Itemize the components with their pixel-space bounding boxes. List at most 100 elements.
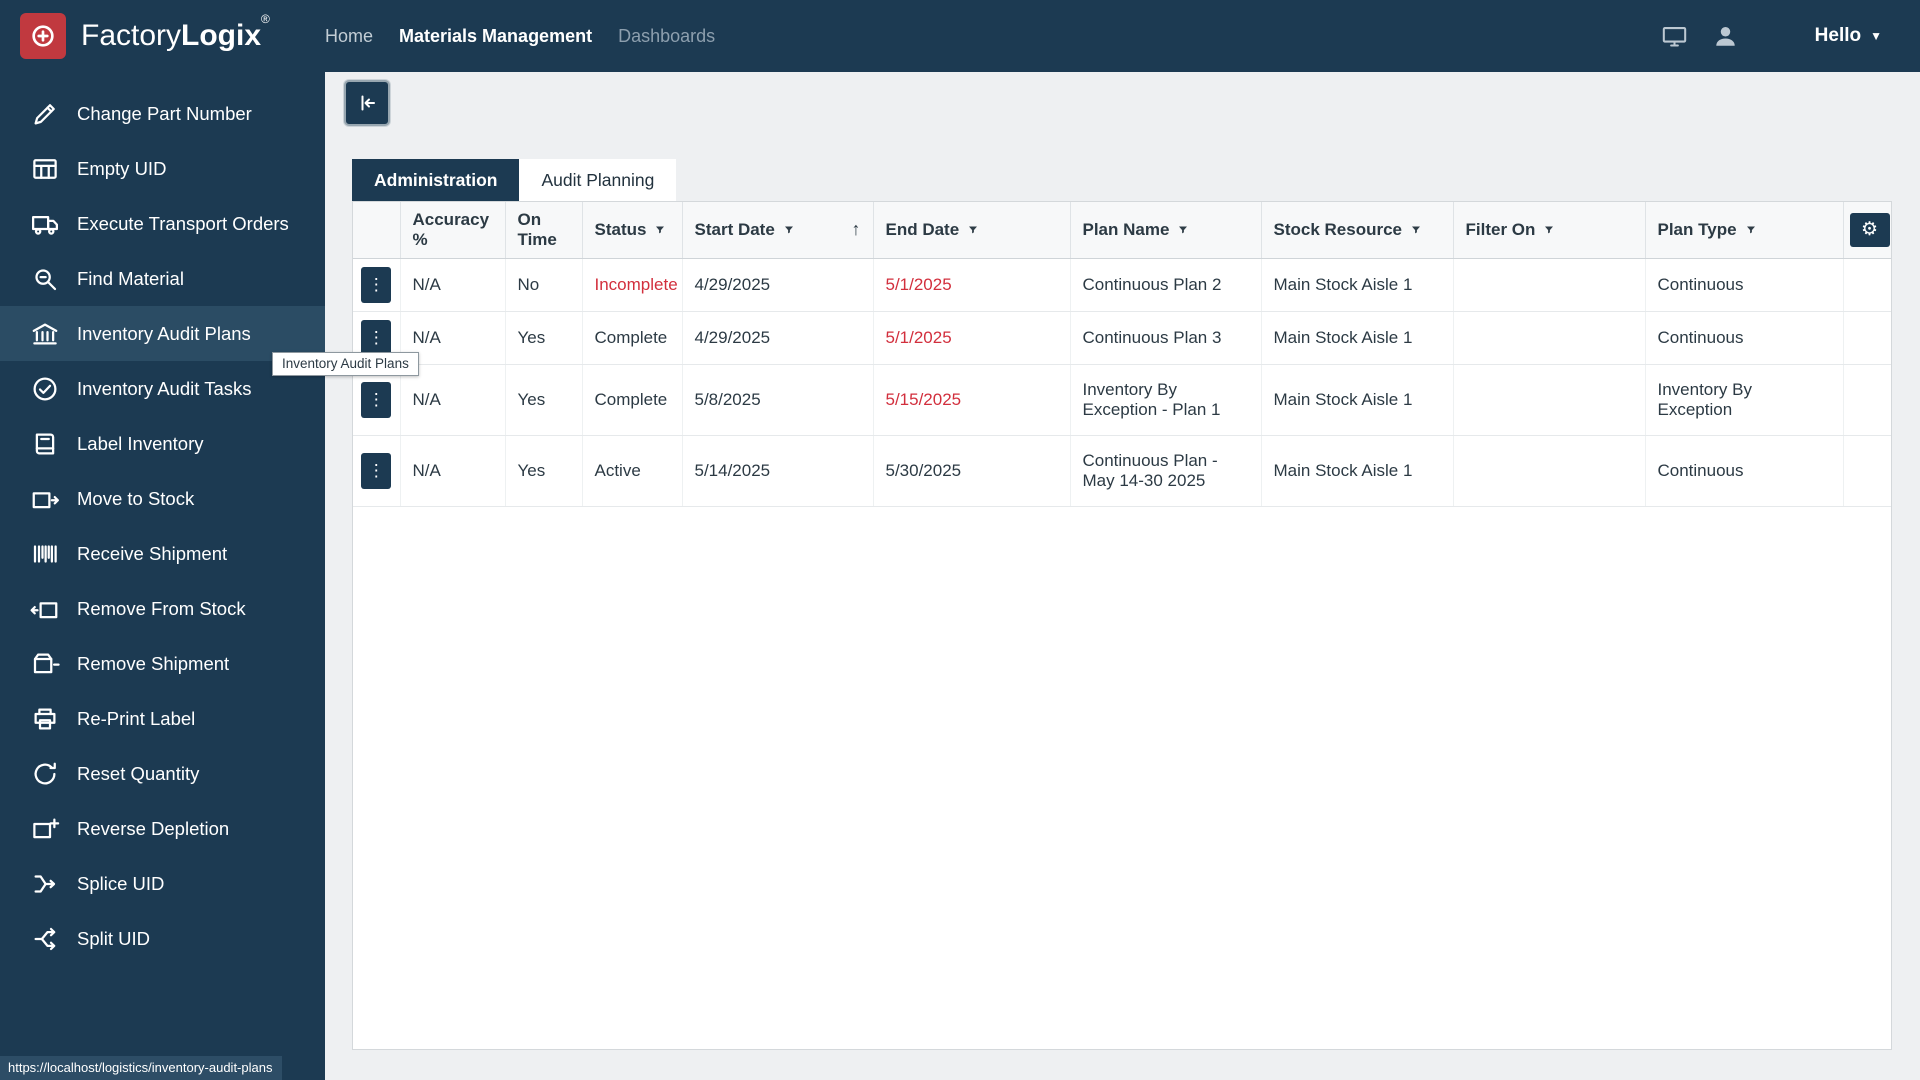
status-cell: Incomplete (582, 258, 683, 312)
barcode-icon (30, 539, 60, 569)
kebab-menu-icon: ⋮ (367, 390, 385, 409)
stock-resource-cell: Main Stock Aisle 1 (1261, 435, 1454, 507)
sidebar: Change Part Number Empty UID Execute Tra… (0, 72, 325, 1080)
status-cell: Active (582, 435, 683, 507)
tab-administration[interactable]: Administration (352, 159, 520, 201)
column-header-plan-type[interactable]: Plan Type (1645, 202, 1844, 259)
kebab-menu-icon: ⋮ (367, 461, 385, 480)
sidebar-item-splice-uid[interactable]: Splice UID (0, 856, 325, 911)
collapse-left-icon (355, 91, 379, 115)
settings-cell (1843, 258, 1891, 312)
sidebar-item-receive-shipment[interactable]: Receive Shipment (0, 526, 325, 581)
column-chooser-button[interactable]: ⚙ (1849, 212, 1890, 247)
start-date-cell: 5/8/2025 (682, 364, 874, 436)
settings-cell (1843, 435, 1891, 507)
split-icon (30, 924, 60, 954)
truck-icon (30, 209, 60, 239)
audit-plans-panel: Accuracy % On Time Status Start Date ↑ En… (352, 201, 1892, 1050)
plan-type-cell: Continuous (1645, 258, 1844, 312)
sidebar-item-label: Inventory Audit Plans (77, 322, 251, 344)
sidebar-item-find-material[interactable]: Find Material (0, 251, 325, 306)
tab-audit-planning[interactable]: Audit Planning (519, 159, 677, 201)
sidebar-item-reverse-depletion[interactable]: Reverse Depletion (0, 801, 325, 856)
sidebar-item-remove-shipment[interactable]: Remove Shipment (0, 636, 325, 691)
filter-icon[interactable] (783, 224, 795, 236)
settings-cell (1843, 311, 1891, 365)
filter-on-cell (1453, 258, 1646, 312)
app-logo[interactable]: FactoryLogix® (0, 12, 325, 59)
reset-icon (30, 759, 60, 789)
sidebar-item-remove-from-stock[interactable]: Remove From Stock (0, 581, 325, 636)
sidebar-item-re-print-label[interactable]: Re-Print Label (0, 691, 325, 746)
sidebar-item-label: Move to Stock (77, 487, 195, 509)
filter-icon[interactable] (1177, 224, 1189, 236)
column-header-plan-name[interactable]: Plan Name (1070, 202, 1262, 259)
row-actions-button[interactable]: ⋮ (361, 266, 392, 303)
sidebar-item-label: Reset Quantity (77, 762, 200, 784)
bank-icon (30, 319, 60, 349)
filter-icon[interactable] (1410, 224, 1422, 236)
table-row: ⋮ N/A Yes Active 5/14/2025 5/30/2025 Con… (353, 435, 1891, 507)
grid-icon (30, 154, 60, 184)
column-header-start-date[interactable]: Start Date ↑ (682, 202, 874, 259)
search-icon (30, 264, 60, 294)
filter-on-cell (1453, 364, 1646, 436)
nav-dashboards[interactable]: Dashboards (618, 26, 715, 47)
sidebar-item-label: Remove Shipment (77, 652, 230, 674)
column-header-end-date[interactable]: End Date (873, 202, 1071, 259)
factorylogix-logo-icon (20, 13, 66, 59)
check-circle-icon (30, 374, 60, 404)
top-bar: FactoryLogix® Home Materials Management … (0, 0, 1920, 72)
nav-home[interactable]: Home (325, 26, 373, 47)
sidebar-item-empty-uid[interactable]: Empty UID (0, 141, 325, 196)
on-time-cell: Yes (505, 435, 583, 507)
audit-plans-table: Accuracy % On Time Status Start Date ↑ En… (353, 202, 1891, 507)
sidebar-item-change-part-number[interactable]: Change Part Number (0, 86, 325, 141)
column-header-accuracy[interactable]: Accuracy % (400, 202, 506, 259)
stock-resource-cell: Main Stock Aisle 1 (1261, 311, 1454, 365)
row-actions-button[interactable]: ⋮ (361, 452, 392, 489)
plan-name-cell: Inventory By Exception - Plan 1 (1070, 364, 1262, 436)
sidebar-item-label: Re-Print Label (77, 707, 196, 729)
plan-name-cell: Continuous Plan - May 14-30 2025 (1070, 435, 1262, 507)
column-header-stock-resource[interactable]: Stock Resource (1261, 202, 1454, 259)
column-header-on-time[interactable]: On Time (505, 202, 583, 259)
sidebar-item-label-inventory[interactable]: Label Inventory (0, 416, 325, 471)
filter-on-cell (1453, 435, 1646, 507)
user-avatar-icon[interactable] (1712, 23, 1739, 50)
user-menu[interactable]: Hello ▼ (1815, 25, 1882, 47)
pencil-icon (30, 99, 60, 129)
filter-icon[interactable] (654, 224, 666, 236)
column-header-filter-on[interactable]: Filter On (1453, 202, 1646, 259)
filter-icon[interactable] (1543, 224, 1555, 236)
filter-icon[interactable] (1745, 224, 1757, 236)
box-out-icon (30, 594, 60, 624)
row-actions-button[interactable]: ⋮ (361, 319, 392, 356)
plan-type-cell: Inventory By Exception (1645, 364, 1844, 436)
sidebar-item-split-uid[interactable]: Split UID (0, 911, 325, 966)
plan-type-cell: Continuous (1645, 311, 1844, 365)
end-date-cell: 5/1/2025 (873, 258, 1071, 312)
column-header-actions (353, 202, 401, 259)
start-date-cell: 5/14/2025 (682, 435, 874, 507)
display-icon[interactable] (1661, 23, 1688, 50)
nav-materials-management[interactable]: Materials Management (399, 26, 592, 47)
sidebar-item-reset-quantity[interactable]: Reset Quantity (0, 746, 325, 801)
main-nav: Home Materials Management Dashboards (325, 26, 715, 47)
end-date-cell: 5/1/2025 (873, 311, 1071, 365)
sidebar-item-execute-transport-orders[interactable]: Execute Transport Orders (0, 196, 325, 251)
column-header-status[interactable]: Status (582, 202, 683, 259)
sidebar-item-label: Label Inventory (77, 432, 204, 454)
collapse-panel-button[interactable] (344, 80, 390, 126)
row-actions-button[interactable]: ⋮ (361, 381, 392, 418)
start-date-cell: 4/29/2025 (682, 311, 874, 365)
filter-icon[interactable] (967, 224, 979, 236)
sidebar-tooltip: Inventory Audit Plans (272, 352, 419, 376)
sidebar-item-label: Execute Transport Orders (77, 212, 289, 234)
sidebar-item-move-to-stock[interactable]: Move to Stock (0, 471, 325, 526)
box-in-icon (30, 484, 60, 514)
main-content: Administration Audit Planning Accuracy %… (325, 72, 1920, 1080)
topbar-right: Hello ▼ (1661, 23, 1920, 50)
splice-icon (30, 869, 60, 899)
table-row: ⋮ N/A Yes Complete 5/8/2025 5/15/2025 In… (353, 364, 1891, 436)
